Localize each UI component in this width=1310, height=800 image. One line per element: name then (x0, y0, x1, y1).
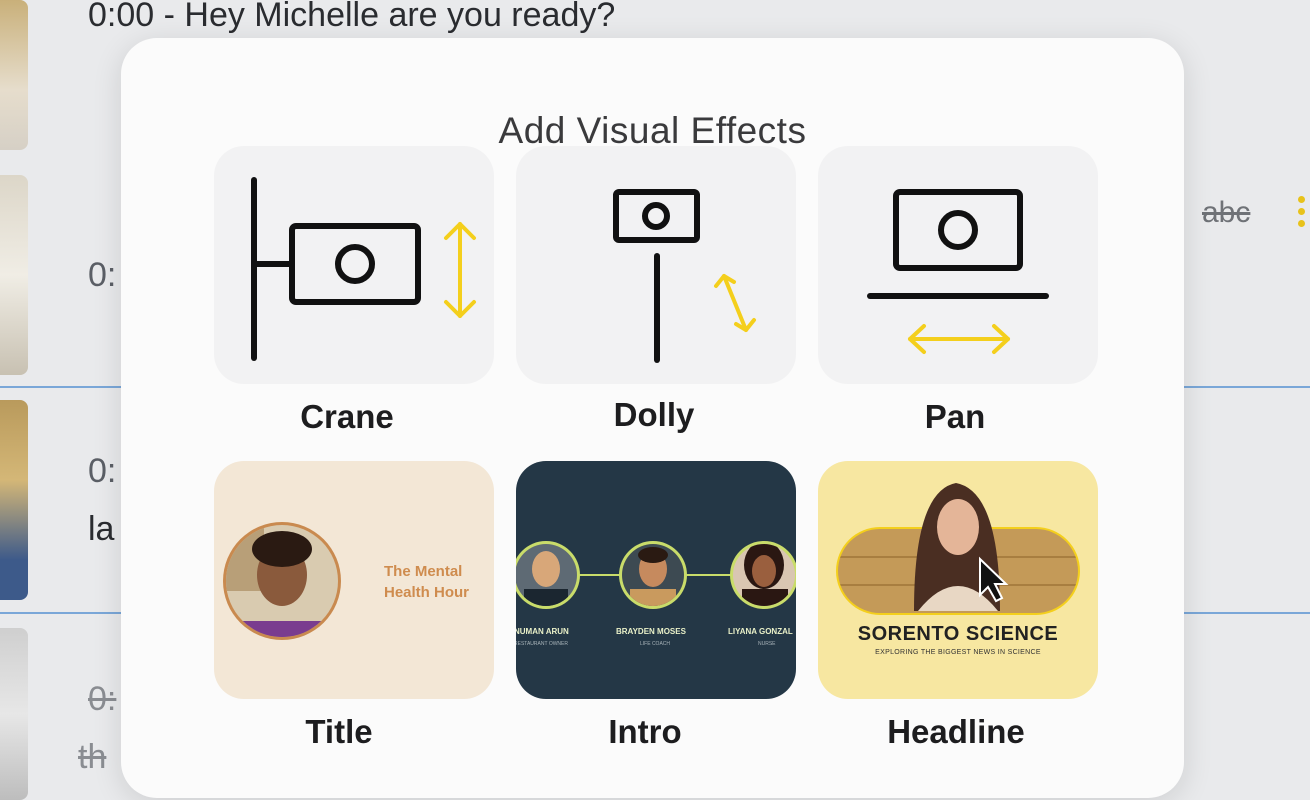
intro-person-name: BRAYDEN MOSES (616, 627, 686, 636)
headline-presenter-graphic (836, 483, 1080, 615)
intro-person-role: NURSE (758, 641, 776, 647)
effect-tile-title[interactable]: The Mental Health Hour (214, 461, 494, 699)
visual-effects-modal: Add Visual Effects Crane Dolly Pan The M… (121, 38, 1184, 798)
effect-tile-crane[interactable] (214, 146, 494, 384)
video-thumbnail[interactable] (0, 628, 28, 800)
intro-people-graphic (516, 541, 796, 609)
timestamp[interactable]: 0: (88, 256, 116, 295)
title-preview-text: The Mental Health Hour (384, 563, 470, 601)
effect-tile-headline[interactable]: SORENTO SCIENCE EXPLORING THE BIGGEST NE… (818, 461, 1098, 699)
effect-label: Crane (300, 398, 394, 435)
effect-label: Headline (887, 713, 1025, 750)
transcript-text: th (78, 738, 107, 776)
video-thumbnail[interactable] (0, 175, 28, 375)
effect-label: Intro (608, 713, 682, 750)
timestamp[interactable]: 0: (88, 452, 116, 491)
effect-label: Title (305, 713, 373, 750)
transcript-line[interactable]: 0:00 - Hey Michelle are you ready? (88, 0, 615, 35)
crane-camera-icon (251, 177, 476, 361)
effect-label: Dolly (613, 396, 695, 433)
effect-tile-pan[interactable] (818, 146, 1098, 384)
timestamp[interactable]: 0: (88, 680, 116, 719)
intro-person-role: LIFE COACH (640, 641, 671, 647)
effect-tile-dolly[interactable] (516, 146, 796, 384)
intro-person-role: RESTAURANT OWNER (516, 641, 568, 647)
strike-tag[interactable]: abc (1202, 196, 1250, 230)
headline-preview-title: SORENTO SCIENCE (857, 623, 1059, 645)
effect-label: Pan (924, 398, 986, 435)
pan-camera-icon (867, 189, 1049, 354)
video-thumbnail[interactable] (0, 400, 28, 600)
effect-tile-intro[interactable]: NUMAN ARUN RESTAURANT OWNER BRAYDEN MOSE… (516, 461, 796, 699)
headline-preview-subtitle: EXPLORING THE BIGGEST NEWS IN SCIENCE (875, 649, 1041, 656)
more-options-icon[interactable] (1298, 196, 1306, 230)
transcript-text: 0:00 - Hey Michelle are you ready? (88, 0, 616, 34)
intro-person-name: LIYANA GONZAL (728, 627, 793, 636)
transcript-text: la (88, 510, 115, 548)
dolly-camera-icon (613, 189, 756, 363)
video-thumbnail[interactable] (0, 0, 28, 150)
intro-person-name: NUMAN ARUN (516, 627, 569, 636)
